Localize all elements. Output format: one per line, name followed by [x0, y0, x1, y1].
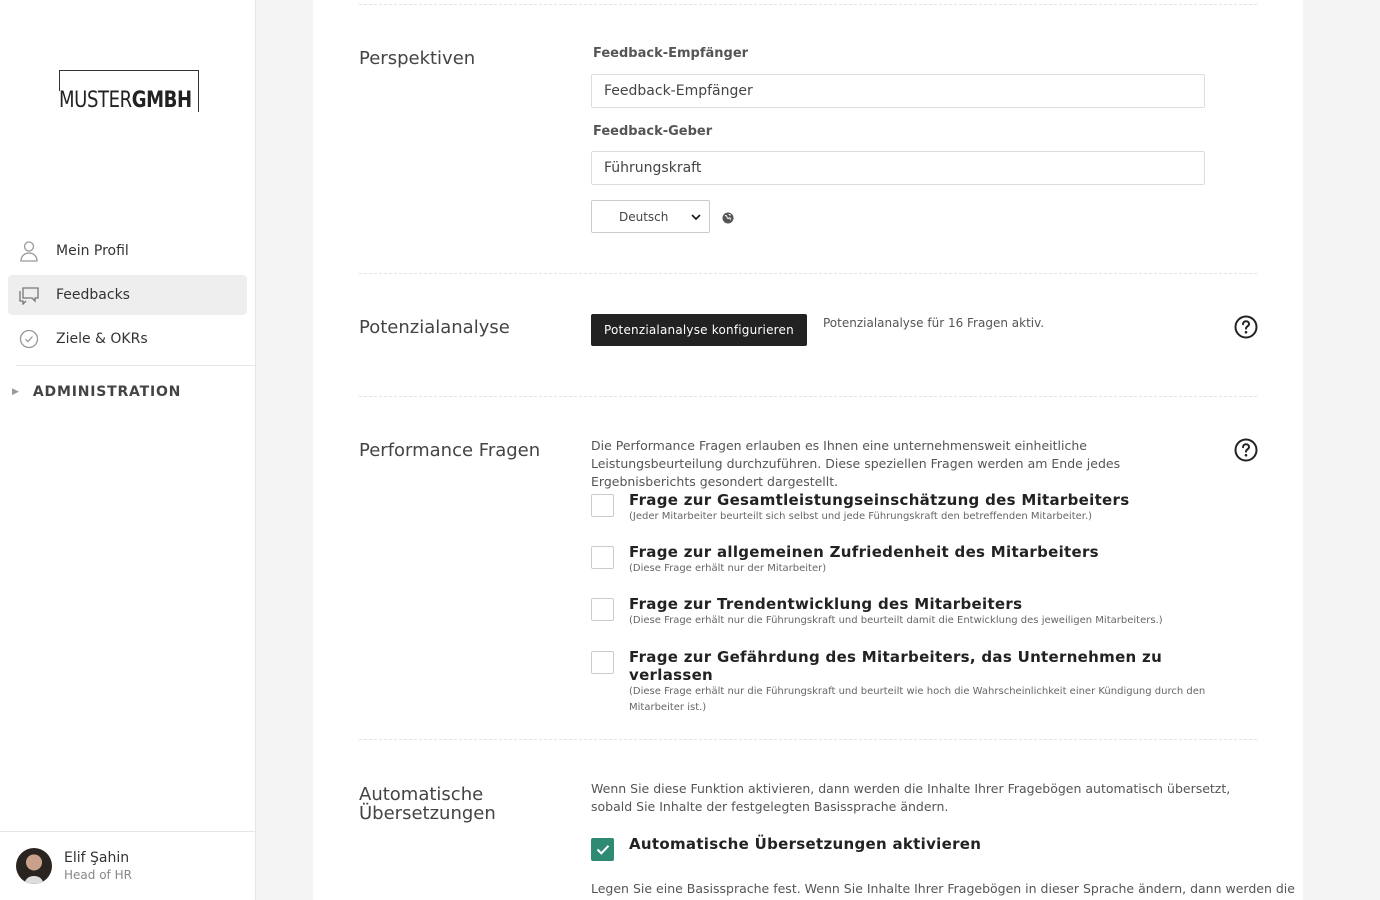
help-icon[interactable]	[1234, 438, 1258, 462]
avatar	[16, 848, 52, 884]
question-title: Frage zur Gefährdung des Mitarbeiters, d…	[629, 648, 1163, 684]
sidebar-item-label: Ziele & OKRs	[56, 331, 148, 347]
user-role: Head of HR	[64, 868, 132, 882]
base-language-text: Legen Sie eine Basissprache fest. Wenn S…	[591, 881, 1295, 896]
section-title-perspektiven: Perspektiven	[359, 48, 476, 69]
help-icon[interactable]	[1234, 315, 1258, 339]
question-title: Frage zur allgemeinen Zufriedenheit des …	[629, 543, 1099, 561]
sidebar-item-ziele-okrs[interactable]: Ziele & OKRs	[8, 319, 247, 359]
checkbox[interactable]	[591, 651, 614, 674]
chevron-down-icon	[691, 210, 701, 224]
giver-label: Feedback-Geber	[593, 124, 713, 139]
question-title: Frage zur Gesamtleistungseinschätzung de…	[629, 491, 1130, 509]
question-subtitle: (Diese Frage erhält nur der Mitarbeiter)	[629, 563, 827, 574]
sidebar-nav: Mein Profil Feedbacks Ziele & OKRs	[8, 231, 247, 363]
sidebar: MUSTERGMBH Mein Profil Feedbacks Ziele &…	[0, 0, 256, 900]
performance-description: Die Performance Fragen erlauben es Ihnen…	[591, 438, 1121, 489]
recipient-label: Feedback-Empfänger	[593, 46, 749, 61]
auto-translate-label: Automatische Übersetzungen aktivieren	[629, 835, 982, 853]
translations-description: Wenn Sie diese Funktion aktivieren, dann…	[591, 781, 1231, 814]
question-subtitle: (Diese Frage erhält nur die Führungskraf…	[629, 615, 1163, 626]
checkbox[interactable]	[591, 546, 614, 569]
potenzial-status-text: Potenzialanalyse für 16 Fragen aktiv.	[823, 316, 1045, 330]
checkbox-checked[interactable]	[591, 838, 614, 861]
checkbox[interactable]	[591, 598, 614, 621]
check-circle-icon	[18, 328, 40, 350]
performance-question-4: Frage zur Gefährdung des Mitarbeiters, d…	[591, 648, 1251, 716]
giver-input[interactable]	[591, 151, 1205, 185]
logo-text: MUSTERGMBH	[59, 90, 192, 112]
globe-icon[interactable]	[722, 209, 734, 224]
recipient-input[interactable]	[591, 74, 1205, 108]
settings-panel: Perspektiven Feedback-Empfänger Feedback…	[313, 0, 1303, 900]
chat-icon	[18, 284, 40, 306]
section-divider	[359, 739, 1257, 740]
performance-question-1: Frage zur Gesamtleistungseinschätzung de…	[591, 491, 1251, 525]
performance-question-2: Frage zur allgemeinen Zufriedenheit des …	[591, 543, 1251, 577]
section-title-potenzialanalyse: Potenzialanalyse	[359, 317, 510, 338]
section-divider	[359, 396, 1257, 397]
expand-triangle-icon: ▶	[12, 387, 19, 397]
user-icon	[18, 240, 40, 262]
sidebar-item-mein-profil[interactable]: Mein Profil	[8, 231, 247, 271]
logo-part1: MUSTER	[59, 88, 132, 113]
checkmark-icon	[596, 845, 609, 855]
question-subtitle: (Diese Frage erhält nur die Führungskraf…	[629, 686, 1206, 713]
title-line2: Übersetzungen	[359, 803, 496, 825]
language-select-value: Deutsch	[619, 209, 669, 224]
sidebar-item-label: Mein Profil	[56, 243, 129, 259]
performance-question-3: Frage zur Trendentwicklung des Mitarbeit…	[591, 595, 1251, 629]
checkbox[interactable]	[591, 494, 614, 517]
user-name: Elif Şahin	[64, 850, 130, 866]
question-subtitle: (Jeder Mitarbeiter beurteilt sich selbst…	[629, 511, 1093, 522]
user-profile[interactable]: Elif Şahin Head of HR	[0, 831, 256, 900]
logo-part2: GMBH	[131, 88, 192, 113]
section-title-translations: Automatische Übersetzungen	[359, 785, 496, 824]
sidebar-item-administration[interactable]: ▶ ADMINISTRATION	[12, 384, 181, 400]
section-title-performance: Performance Fragen	[359, 440, 541, 461]
sidebar-item-feedbacks[interactable]: Feedbacks	[8, 275, 247, 315]
configure-potenzialanalyse-button[interactable]: Potenzialanalyse konfigurieren	[591, 314, 807, 346]
language-select[interactable]: Deutsch	[591, 200, 710, 233]
title-line1: Automatische	[359, 784, 484, 805]
auto-translate-option: Automatische Übersetzungen aktivieren	[591, 835, 1251, 861]
section-divider	[359, 4, 1257, 5]
sidebar-item-label: Feedbacks	[56, 287, 130, 303]
section-divider	[359, 273, 1257, 274]
company-logo[interactable]: MUSTERGMBH	[59, 70, 199, 112]
nav-divider	[16, 365, 255, 366]
admin-label: ADMINISTRATION	[32, 384, 182, 400]
question-title: Frage zur Trendentwicklung des Mitarbeit…	[629, 595, 1023, 613]
